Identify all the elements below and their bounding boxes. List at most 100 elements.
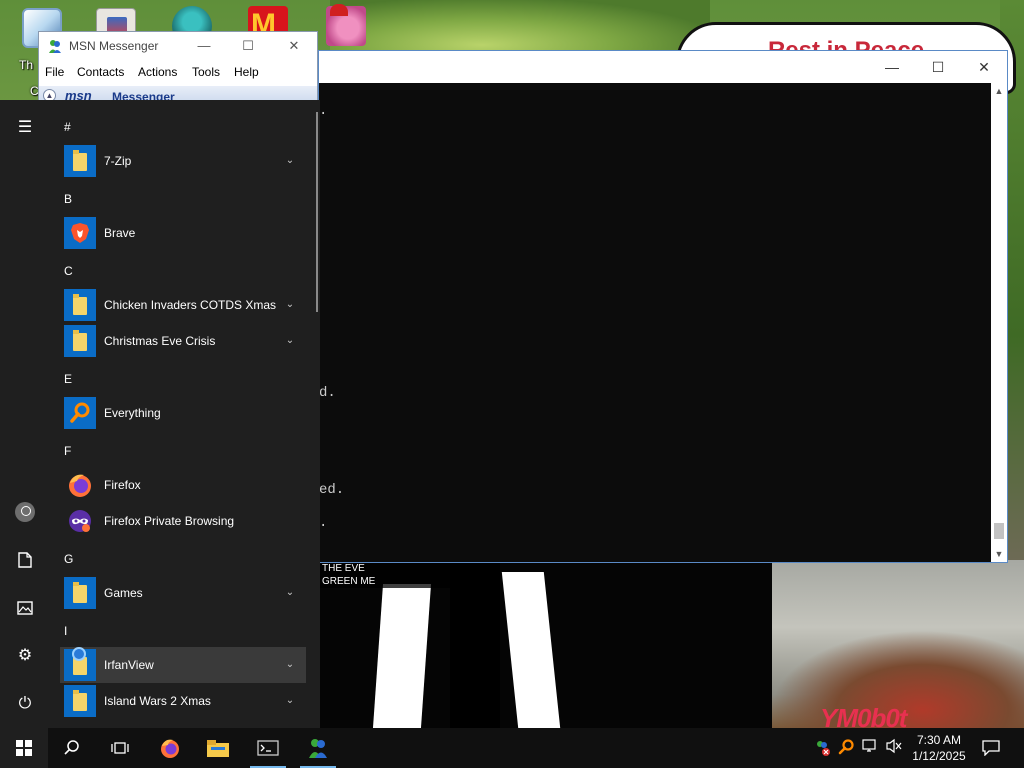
close-button[interactable]: ✕	[961, 51, 1007, 83]
msn-messenger-window[interactable]: MSN Messenger — ☐ ✕ File Contacts Action…	[38, 31, 318, 106]
folder-icon	[64, 647, 96, 681]
caption-line-2: GREEN ME	[322, 576, 376, 587]
firefox-icon	[64, 469, 96, 501]
app-item-chicken-invaders[interactable]: Chicken Invaders COTDS Xmas ⌄	[60, 287, 306, 323]
clock-date: 1/12/2025	[912, 749, 966, 763]
console-line: ed.	[319, 482, 345, 498]
msn-title: MSN Messenger	[69, 39, 159, 53]
chevron-down-icon[interactable]: ⌄	[282, 693, 298, 709]
console-window[interactable]: — ☐ ✕ . d. ed. . ▲ ▼	[318, 50, 1008, 563]
console-line: d.	[319, 385, 336, 401]
start-button[interactable]	[0, 728, 48, 768]
console-output[interactable]: . d. ed. .	[319, 83, 991, 562]
app-item-firefox[interactable]: Firefox	[60, 467, 306, 503]
power-icon[interactable]: ⏻	[10, 689, 40, 719]
everything-tray-icon[interactable]	[836, 738, 856, 758]
caption-line-1: THE EVE	[322, 563, 365, 574]
app-name: Brave	[104, 226, 136, 240]
folder-icon	[64, 145, 96, 177]
folder-icon	[64, 289, 96, 321]
app-list-scrollbar[interactable]	[316, 112, 318, 312]
console-scrollbar[interactable]: ▲ ▼	[991, 83, 1007, 562]
wallpaper-caption: THE EVE GREEN ME	[320, 562, 450, 588]
clock[interactable]: 7:30 AM 1/12/2025	[906, 732, 972, 764]
app-name: Island Wars 2 Xmas	[104, 694, 211, 708]
app-item-firefox-private[interactable]: Firefox Private Browsing	[60, 503, 306, 539]
console-titlebar[interactable]: — ☐ ✕	[319, 51, 1007, 83]
pictures-icon[interactable]	[10, 593, 40, 623]
settings-gear-icon[interactable]: ⚙	[10, 641, 40, 671]
msn-status-icon[interactable]	[812, 738, 832, 758]
scroll-up-arrow-icon[interactable]: ▲	[991, 83, 1007, 99]
app-name: Christmas Eve Crisis	[104, 334, 216, 348]
firefox-private-icon	[64, 505, 96, 537]
chevron-down-icon[interactable]: ⌄	[282, 657, 298, 673]
figure-gap	[450, 562, 500, 728]
task-view-button[interactable]	[96, 728, 144, 768]
letter-header[interactable]: #	[64, 120, 71, 134]
app-item-brave[interactable]: Brave	[60, 215, 306, 251]
menu-file[interactable]: File	[45, 65, 64, 79]
letter-header[interactable]: E	[64, 372, 72, 386]
app-name: Everything	[104, 406, 161, 420]
notification-center-icon[interactable]	[976, 728, 1006, 768]
app-item-island-wars[interactable]: Island Wars 2 Xmas ⌄	[60, 683, 306, 719]
app-item-7zip[interactable]: 7-Zip ⌄	[60, 143, 306, 179]
documents-icon[interactable]	[10, 545, 40, 575]
menu-actions[interactable]: Actions	[138, 65, 177, 79]
app-item-everything[interactable]: Everything	[60, 395, 306, 431]
figure-leg-left	[372, 584, 432, 728]
chevron-down-icon[interactable]: ⌄	[282, 297, 298, 313]
app-name: IrfanView	[104, 658, 154, 672]
start-rail: ☰ ⚙ ⏻	[0, 100, 50, 728]
close-button[interactable]: ✕	[271, 32, 317, 60]
brave-icon	[64, 217, 96, 249]
app-name: 7-Zip	[104, 154, 132, 168]
chevron-down-icon[interactable]: ⌄	[282, 153, 298, 169]
pig-shortcut-icon[interactable]	[326, 4, 366, 46]
minimize-button[interactable]: —	[869, 51, 915, 83]
folder-icon	[64, 685, 96, 717]
app-name: Chicken Invaders COTDS Xmas	[104, 298, 277, 312]
app-item-christmas-eve-crisis[interactable]: Christmas Eve Crisis ⌄	[60, 323, 306, 359]
network-icon[interactable]	[860, 738, 880, 758]
folder-icon	[64, 325, 96, 357]
menu-contacts[interactable]: Contacts	[77, 65, 124, 79]
app-item-games[interactable]: Games ⌄	[60, 575, 306, 611]
letter-header[interactable]: B	[64, 192, 72, 206]
chevron-down-icon[interactable]: ⌄	[282, 333, 298, 349]
windows-logo-icon	[16, 740, 32, 756]
desktop-label[interactable]: Th	[19, 58, 33, 72]
menu-help[interactable]: Help	[234, 65, 259, 79]
msn-messenger-button[interactable]	[294, 728, 342, 768]
user-avatar-icon[interactable]	[15, 502, 35, 522]
search-button[interactable]	[48, 728, 96, 768]
start-menu: ☰ ⚙ ⏻ # 7-Zip ⌄ B Brave C Chicken Invade…	[0, 100, 320, 728]
app-list: # 7-Zip ⌄ B Brave C Chicken Invaders COT…	[56, 100, 314, 728]
app-name: Firefox Private Browsing	[104, 514, 235, 528]
terminal-button[interactable]	[244, 728, 292, 768]
watermark: YM0b0t	[820, 703, 907, 728]
scroll-thumb[interactable]	[994, 523, 1004, 539]
file-explorer-button[interactable]	[194, 728, 242, 768]
letter-header[interactable]: C	[64, 264, 73, 278]
console-line: .	[319, 515, 328, 531]
app-name: Games	[104, 586, 143, 600]
figure-leg-right	[501, 572, 561, 728]
app-item-irfanview[interactable]: IrfanView ⌄	[60, 647, 306, 683]
chevron-down-icon[interactable]: ⌄	[282, 585, 298, 601]
msn-titlebar[interactable]: MSN Messenger — ☐ ✕	[39, 32, 317, 60]
taskbar: 7:30 AM 1/12/2025	[0, 728, 1024, 768]
letter-header[interactable]: I	[64, 624, 67, 638]
letter-header[interactable]: F	[64, 444, 71, 458]
menu-tools[interactable]: Tools	[192, 65, 220, 79]
volume-muted-icon[interactable]	[884, 738, 904, 758]
maximize-button[interactable]: ☐	[225, 32, 271, 60]
console-line: .	[319, 103, 328, 119]
letter-header[interactable]: G	[64, 552, 73, 566]
maximize-button[interactable]: ☐	[915, 51, 961, 83]
scroll-down-arrow-icon[interactable]: ▼	[991, 546, 1007, 562]
firefox-button[interactable]	[146, 728, 194, 768]
hamburger-menu-icon[interactable]: ☰	[10, 113, 40, 143]
minimize-button[interactable]: —	[181, 32, 227, 60]
